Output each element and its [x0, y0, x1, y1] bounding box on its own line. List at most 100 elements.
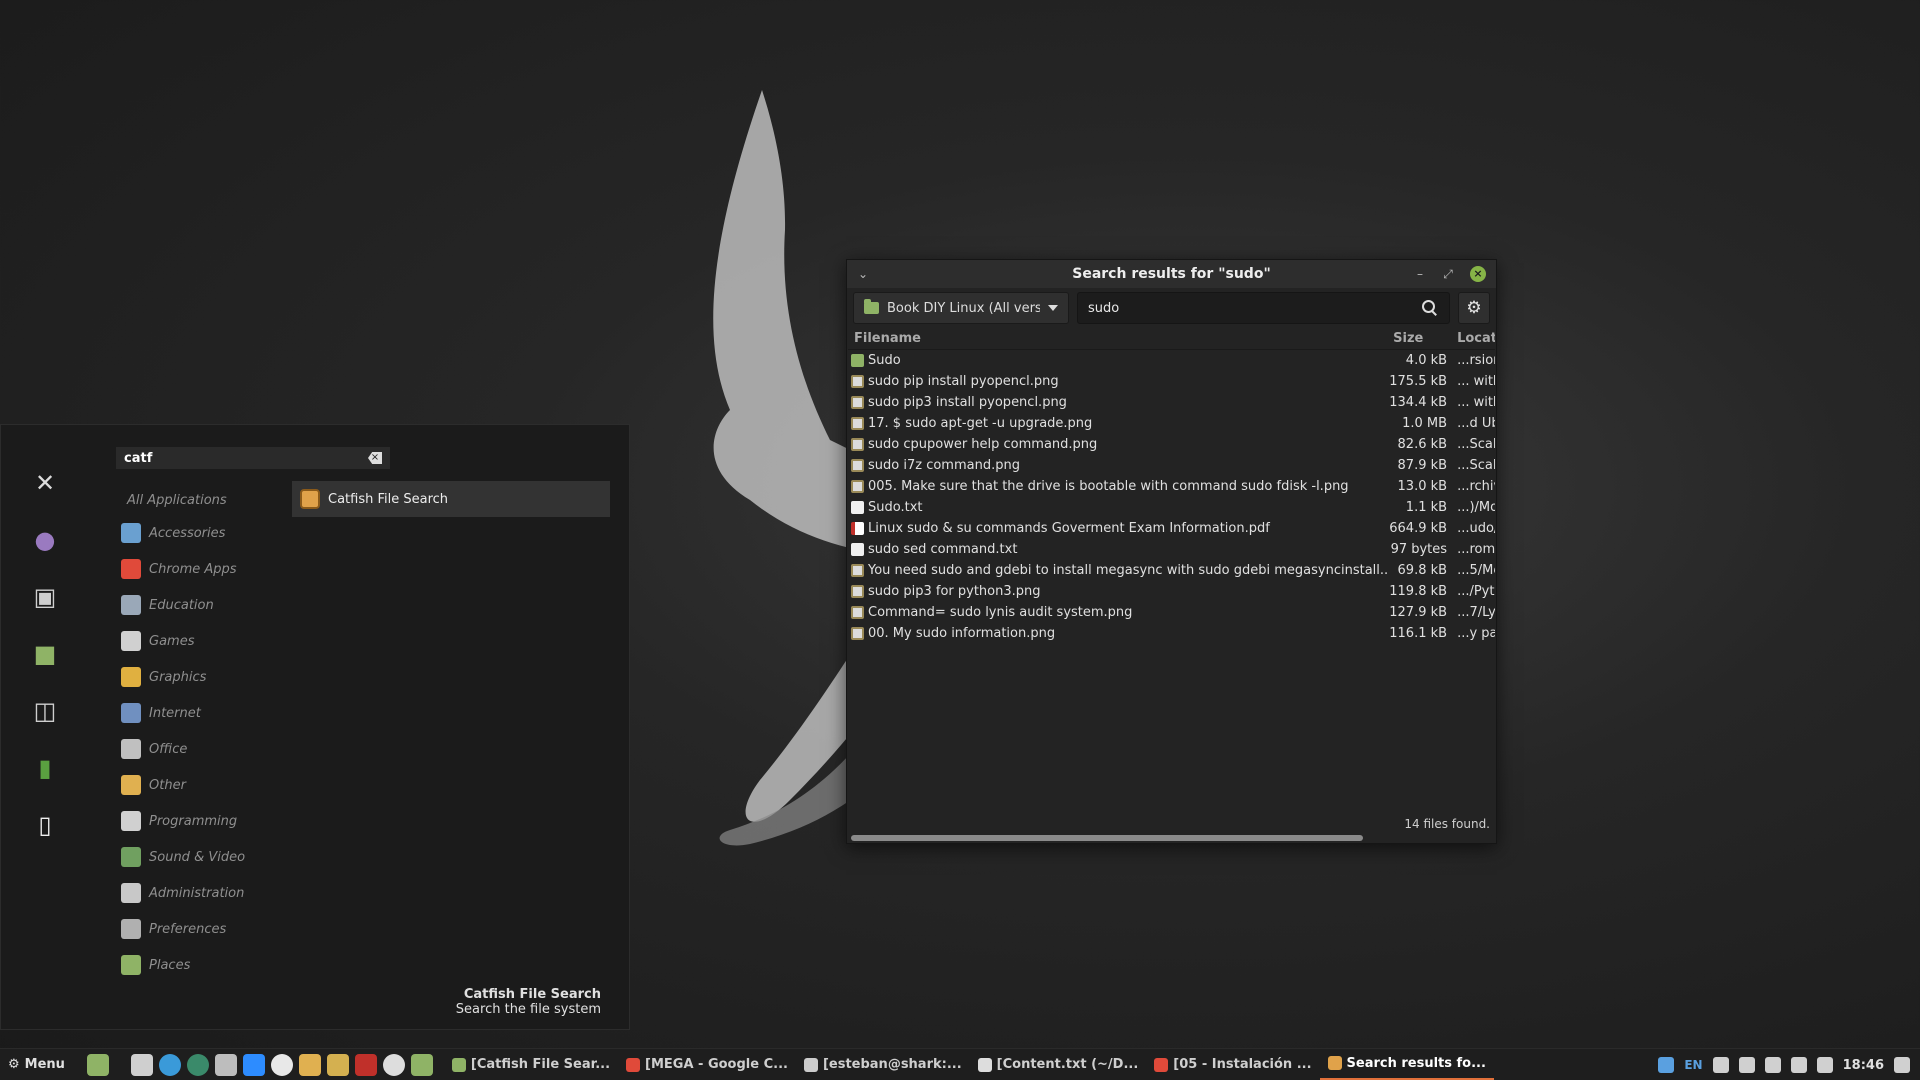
result-row[interactable]: sudo pip install pyopencl.png 175.5 kB...…: [848, 371, 1495, 392]
category-chrome-apps[interactable]: Chrome Apps: [121, 551, 291, 587]
browser-launcher-icon[interactable]: [186, 1053, 209, 1076]
result-filename-cell: Linux sudo & su commands Goverment Exam …: [848, 521, 1387, 536]
bottom-panel: ⚙ Menu [Catfish File Sear... [MEGA - Goog…: [0, 1048, 1920, 1080]
audio-launcher-icon[interactable]: [298, 1053, 321, 1076]
horizontal-scrollbar[interactable]: [851, 835, 1363, 841]
category-games[interactable]: Games: [121, 623, 291, 659]
pen-launcher-icon[interactable]: [326, 1053, 349, 1076]
category-sound-video[interactable]: Sound & Video: [121, 839, 291, 875]
results-header: Filename Size Locati: [848, 328, 1495, 350]
result-row[interactable]: Command= sudo lynis audit system.png 127.…: [848, 602, 1495, 623]
fav-terminal-icon[interactable]: ▣: [27, 579, 63, 615]
window-titlebar[interactable]: ⌄ Search results for "sudo" – ⤢ ×: [847, 260, 1496, 288]
search-icon[interactable]: [1421, 299, 1439, 317]
brightness-icon[interactable]: [1816, 1057, 1833, 1073]
category-label: Administration: [149, 885, 245, 901]
category-preferences[interactable]: Preferences: [121, 911, 291, 947]
result-row[interactable]: sudo pip3 for python3.png 119.8 kB .../Pyt…: [848, 581, 1495, 602]
menu-search-input[interactable]: [124, 450, 368, 466]
taskbar-window-button[interactable]: [Catfish File Sear...: [444, 1049, 618, 1080]
category-label: Games: [149, 633, 195, 649]
taskbar-window-button[interactable]: [esteban@shark:...: [796, 1049, 970, 1080]
image-file-icon: [851, 396, 864, 409]
result-location: ... with: [1457, 395, 1495, 410]
taskbar-window-label: Search results fo...: [1346, 1055, 1486, 1071]
task-list: [Catfish File Sear... [MEGA - Google C...…: [444, 1049, 1494, 1080]
taskbar-window-button[interactable]: [05 - Instalación ...: [1146, 1049, 1319, 1080]
window-title: Search results for "sudo": [1072, 266, 1271, 282]
fav-logout-icon[interactable]: ▮: [27, 750, 63, 786]
fav-files-icon[interactable]: ■: [27, 636, 63, 672]
games-icon: [121, 631, 141, 651]
clear-search-icon[interactable]: ×: [368, 452, 382, 464]
app-description-name: Catfish File Search: [463, 987, 601, 1002]
result-row[interactable]: 005. Make sure that the drive is bootabl…: [848, 476, 1495, 497]
category-other[interactable]: Other: [121, 767, 291, 803]
menu-button[interactable]: ⚙ Menu: [0, 1057, 73, 1072]
result-row[interactable]: You need sudo and gdebi to install megas…: [848, 560, 1495, 581]
media-launcher-icon[interactable]: [270, 1053, 293, 1076]
zoom-launcher-icon[interactable]: [242, 1053, 265, 1076]
office-icon: [121, 739, 141, 759]
user-icon[interactable]: [1764, 1057, 1781, 1073]
result-row[interactable]: sudo i7z command.png 87.9 kB ...Scali: [848, 455, 1495, 476]
result-row[interactable]: Sudo 4.0 kB ...rsion: [848, 350, 1495, 371]
result-row[interactable]: Sudo.txt 1.1 kB ...)/Moo: [848, 497, 1495, 518]
category-administration[interactable]: Administration: [121, 875, 291, 911]
close-button[interactable]: ×: [1470, 266, 1486, 282]
category-office[interactable]: Office: [121, 731, 291, 767]
result-filename-cell: Sudo: [848, 353, 1387, 368]
result-size: 127.9 kB: [1389, 605, 1448, 620]
settings-gear-button[interactable]: ⚙: [1458, 292, 1490, 324]
clipboard-icon[interactable]: [1738, 1057, 1755, 1073]
places-icon: [121, 955, 141, 975]
maximize-button[interactable]: ⤢: [1440, 266, 1456, 282]
clock[interactable]: 18:46: [1843, 1058, 1884, 1073]
files-launcher-icon[interactable]: [410, 1053, 433, 1076]
text-editor-icon: [977, 1057, 992, 1072]
pdf-launcher-icon[interactable]: [354, 1053, 377, 1076]
network-icon[interactable]: [1712, 1057, 1729, 1073]
show-desktop-icon[interactable]: [86, 1053, 109, 1076]
app-result-catfish[interactable]: Catfish File Search: [292, 481, 610, 517]
location-dropdown[interactable]: Book DIY Linux (All vers...: [853, 292, 1069, 324]
obs-launcher-icon[interactable]: [382, 1053, 405, 1076]
sync-icon[interactable]: [1790, 1057, 1807, 1073]
category-all-applications[interactable]: All Applications: [121, 485, 291, 515]
fav-tools-icon[interactable]: ✕: [27, 465, 63, 501]
category-education[interactable]: Education: [121, 587, 291, 623]
result-row[interactable]: sudo sed command.txt 97 bytes ...rome: [848, 539, 1495, 560]
result-row[interactable]: 00. My sudo information.png 116.1 kB ...y …: [848, 623, 1495, 644]
fav-shutdown-icon[interactable]: ▯: [27, 807, 63, 843]
category-graphics[interactable]: Graphics: [121, 659, 291, 695]
column-header-location[interactable]: Locati: [1451, 331, 1495, 346]
category-internet[interactable]: Internet: [121, 695, 291, 731]
category-accessories[interactable]: Accessories: [121, 515, 291, 551]
result-row[interactable]: Linux sudo & su commands Goverment Exam …: [848, 518, 1495, 539]
fav-lock-screen-icon[interactable]: ◫: [27, 693, 63, 729]
result-location: ...rome: [1457, 542, 1495, 557]
search-input[interactable]: [1088, 300, 1421, 316]
category-places[interactable]: Places: [121, 947, 291, 983]
result-size: 134.4 kB: [1389, 395, 1448, 410]
telegram-launcher-icon[interactable]: [158, 1053, 181, 1076]
category-programming[interactable]: Programming: [121, 803, 291, 839]
terminal-launcher-icon[interactable]: [130, 1053, 153, 1076]
chrome-icon: [121, 559, 141, 579]
taskbar-window-button[interactable]: Search results fo...: [1319, 1049, 1494, 1080]
column-header-size[interactable]: Size: [1387, 331, 1451, 346]
result-row[interactable]: sudo cpupower help command.png 82.6 kB...…: [848, 434, 1495, 455]
minimize-button[interactable]: –: [1412, 266, 1428, 282]
result-size: 87.9 kB: [1397, 458, 1448, 473]
fav-pidgin-icon[interactable]: ●: [27, 522, 63, 558]
column-header-filename[interactable]: Filename: [848, 331, 1387, 346]
sound-icon[interactable]: [1894, 1057, 1910, 1073]
scanner-launcher-icon[interactable]: [214, 1053, 237, 1076]
taskbar-window-button[interactable]: [MEGA - Google C...: [618, 1049, 796, 1080]
taskbar-window-button[interactable]: [Content.txt (~/D...: [970, 1049, 1147, 1080]
bluetooth-icon[interactable]: [1658, 1057, 1675, 1073]
result-filename-cell: sudo pip install pyopencl.png: [848, 374, 1387, 389]
result-row[interactable]: sudo pip3 install pyopencl.png 134.4 kB..…: [848, 392, 1495, 413]
result-row[interactable]: 17. $ sudo apt-get -u upgrade.png 1.0 MB.…: [848, 413, 1495, 434]
keyboard-layout[interactable]: EN: [1684, 1058, 1702, 1072]
